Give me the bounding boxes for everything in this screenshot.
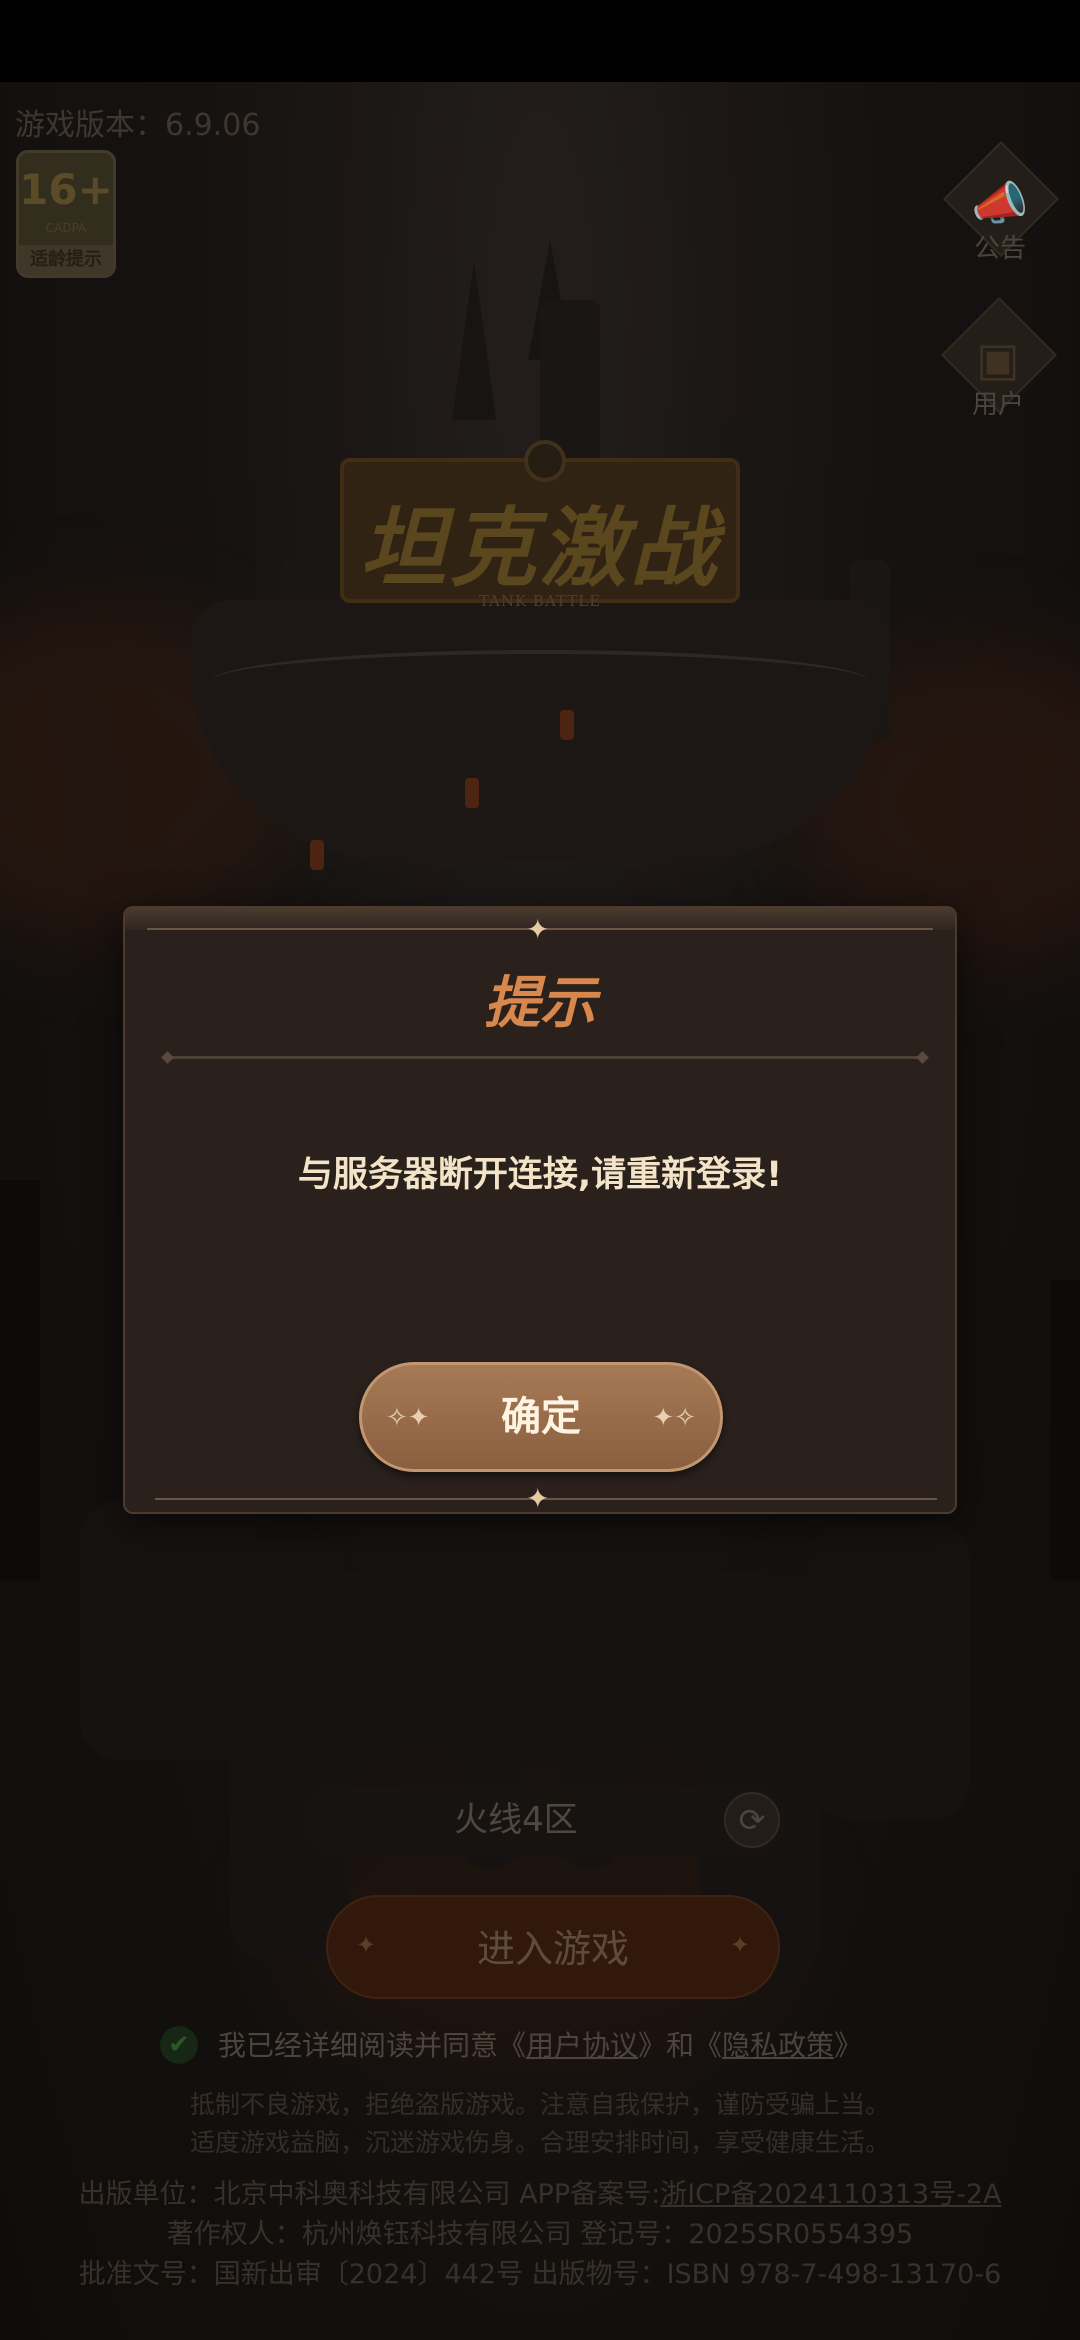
dialog-message: 与服务器断开连接,请重新登录! (297, 1155, 783, 1195)
dialog-title: 提示 (484, 971, 596, 1036)
sparkle-icon: ✦ (526, 913, 550, 946)
sparkle-icon: ✦ (526, 1482, 550, 1515)
dialog-divider (167, 1056, 923, 1059)
disconnect-dialog: ✦ 提示 与服务器断开连接,请重新登录! ✧✦ 确定 ✦✧ ✦ (123, 906, 957, 1514)
sparkle-icon: ✦✧ (652, 1403, 696, 1433)
confirm-button[interactable]: ✧✦ 确定 ✦✧ (359, 1362, 723, 1472)
